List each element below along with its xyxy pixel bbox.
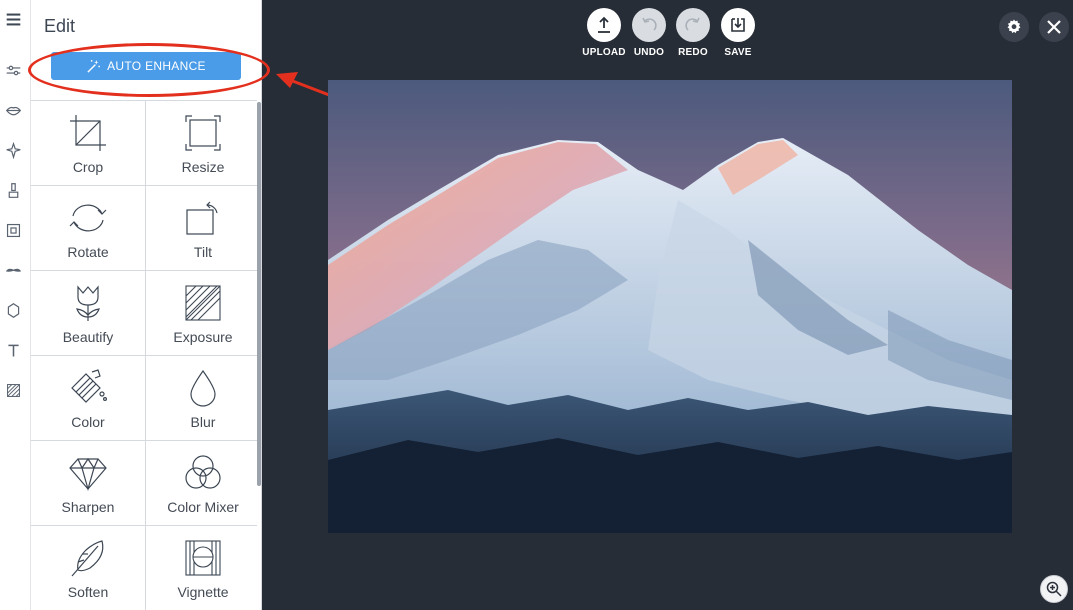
panel-scrollbar[interactable] [257, 102, 261, 486]
tool-label: Beautify [62, 329, 114, 345]
tool-label: Exposure [173, 329, 233, 345]
tool-rotate[interactable]: Rotate [31, 186, 146, 271]
panel-title: Edit [44, 16, 76, 36]
tool-color[interactable]: Color [31, 356, 146, 441]
sparkle-icon[interactable] [3, 140, 23, 160]
tulip-icon [76, 285, 100, 321]
left-tool-rail [0, 0, 31, 610]
tool-label: Vignette [177, 584, 229, 600]
lips-icon[interactable] [3, 100, 23, 120]
tool-sharpen[interactable]: Sharpen [31, 441, 146, 526]
tool-label: Soften [67, 584, 109, 600]
rotate-icon [69, 204, 107, 232]
diamond-icon [69, 457, 107, 492]
auto-enhance-button[interactable]: AUTO ENHANCE [51, 52, 241, 80]
frame-icon[interactable] [3, 220, 23, 240]
zoom-in-icon [1046, 581, 1062, 597]
tool-label: Tilt [193, 244, 213, 260]
tool-label: Color [71, 414, 105, 430]
settings-button[interactable] [999, 12, 1029, 42]
upload-icon [598, 16, 610, 33]
redo-icon [685, 17, 700, 31]
tool-exposure[interactable]: Exposure [146, 271, 257, 356]
paint-bucket-icon [71, 369, 107, 403]
tool-tilt[interactable]: Tilt [146, 186, 257, 271]
auto-enhance-label: AUTO ENHANCE [107, 59, 206, 73]
mountain-photo [328, 80, 1012, 533]
gear-icon [1007, 19, 1021, 34]
undo-icon [642, 17, 657, 31]
zoom-button[interactable] [1040, 575, 1068, 603]
tool-crop[interactable]: Crop [31, 101, 146, 186]
tool-soften[interactable]: Soften [31, 526, 146, 610]
tool-color-mixer[interactable]: Color Mixer [146, 441, 257, 526]
droplet-icon [190, 369, 216, 407]
tool-label: Blur [190, 414, 216, 430]
crop-icon [70, 115, 106, 151]
save-label: SAVE [724, 47, 752, 58]
tool-resize[interactable]: Resize [146, 101, 257, 186]
edit-panel: Edit AUTO ENHANCE Crop Resize Rotate Til… [31, 0, 262, 610]
brush-icon[interactable] [3, 180, 23, 200]
text-icon[interactable] [3, 340, 23, 360]
sliders-icon[interactable] [3, 60, 23, 80]
save-button[interactable]: SAVE [708, 8, 768, 58]
tool-label: Resize [181, 159, 225, 175]
feather-icon [71, 540, 104, 577]
sticker-icon[interactable] [3, 300, 23, 320]
vignette-icon [185, 540, 221, 576]
menu-icon[interactable] [3, 9, 23, 29]
color-mixer-icon [185, 455, 221, 489]
exposure-icon [185, 285, 221, 321]
tool-blur[interactable]: Blur [146, 356, 257, 441]
magic-wand-icon [87, 59, 101, 73]
resize-icon [185, 115, 221, 151]
tilt-icon [186, 201, 218, 235]
tool-beautify[interactable]: Beautify [31, 271, 146, 356]
tool-vignette[interactable]: Vignette [146, 526, 257, 610]
tool-label: Rotate [67, 244, 109, 260]
close-button[interactable] [1039, 12, 1069, 42]
tool-label: Sharpen [61, 499, 115, 515]
photo-canvas[interactable] [328, 80, 1012, 533]
tool-label: Color Mixer [167, 499, 239, 515]
tool-grid: Crop Resize Rotate Tilt Beautify Exposur… [31, 100, 257, 610]
save-icon [731, 18, 745, 32]
texture-icon[interactable] [3, 380, 23, 400]
tool-label: Crop [72, 159, 104, 175]
mustache-icon[interactable] [3, 260, 23, 280]
close-icon [1047, 20, 1061, 34]
